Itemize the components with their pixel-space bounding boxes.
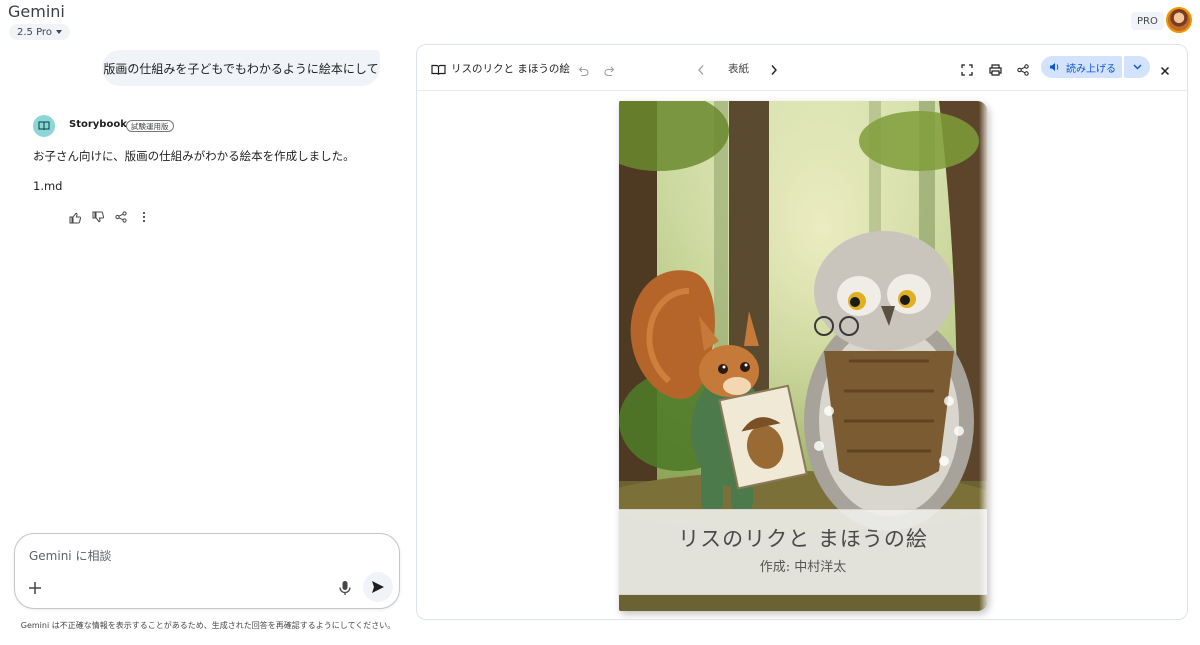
preview-title: リスのリクと まほうの絵	[451, 63, 570, 75]
share-icon[interactable]	[114, 210, 128, 224]
user-message: 版画の仕組みを子どもでもわかるように絵本にして	[102, 50, 380, 86]
thumbs-down-icon[interactable]	[91, 210, 105, 224]
page-label: 表紙	[728, 63, 749, 75]
response-text: お子さん向けに、版画の仕組みがわかる絵本を作成しました。	[33, 149, 355, 163]
redo-icon[interactable]	[604, 62, 616, 81]
app-title[interactable]: Gemini	[8, 2, 65, 21]
close-icon[interactable]	[1160, 61, 1170, 80]
prompt-input[interactable]: Gemini に相談	[29, 547, 111, 564]
preview-toolbar: リスのリクと まほうの絵 表紙 読み上げる	[417, 45, 1187, 91]
avatar[interactable]	[1166, 7, 1192, 33]
next-page-icon[interactable]	[769, 61, 779, 80]
send-icon	[372, 581, 384, 593]
undo-icon[interactable]	[577, 62, 589, 81]
speaker-icon	[1050, 63, 1059, 71]
book-icon	[431, 61, 446, 80]
experimental-badge: 試験運用版	[126, 120, 174, 132]
chevron-down-icon	[1133, 64, 1141, 70]
more-vert-icon[interactable]	[137, 210, 151, 224]
model-label: 2.5 Pro	[17, 26, 52, 38]
add-icon[interactable]	[27, 580, 43, 596]
prompt-input-box[interactable]: Gemini に相談	[14, 533, 400, 609]
pro-badge: PRO	[1131, 12, 1164, 30]
read-aloud-label: 読み上げる	[1066, 63, 1116, 75]
share-icon[interactable]	[1017, 61, 1029, 80]
prev-page-icon[interactable]	[696, 61, 706, 80]
response-file-link[interactable]: 1.md	[33, 179, 62, 193]
send-button[interactable]	[363, 572, 393, 602]
model-selector[interactable]: 2.5 Pro	[9, 24, 70, 40]
disclaimer: Gemini は不正確な情報を表示することがあるため、生成された回答を再確認する…	[20, 621, 396, 630]
book-author: 作成: 中村洋太	[759, 560, 847, 575]
fullscreen-icon[interactable]	[961, 61, 973, 80]
print-icon[interactable]	[989, 61, 1002, 80]
response-actions	[68, 210, 151, 224]
storybook-preview-panel: リスのリクと まほうの絵 表紙 読み上げる リスのリクと まほうの絵 作成: 中…	[416, 44, 1188, 620]
caret-down-icon	[55, 30, 62, 34]
book-title: リスのリクと まほうの絵	[678, 527, 928, 551]
book-cover[interactable]: リスのリクと まほうの絵 作成: 中村洋太	[619, 101, 987, 611]
agent-name: Storybook	[69, 119, 127, 130]
storybook-icon	[33, 115, 55, 137]
read-aloud-options[interactable]	[1124, 56, 1150, 78]
book-page-edge	[979, 101, 987, 611]
mic-icon[interactable]	[337, 579, 353, 597]
thumbs-up-icon[interactable]	[68, 210, 82, 224]
read-aloud-button[interactable]: 読み上げる	[1041, 56, 1122, 78]
